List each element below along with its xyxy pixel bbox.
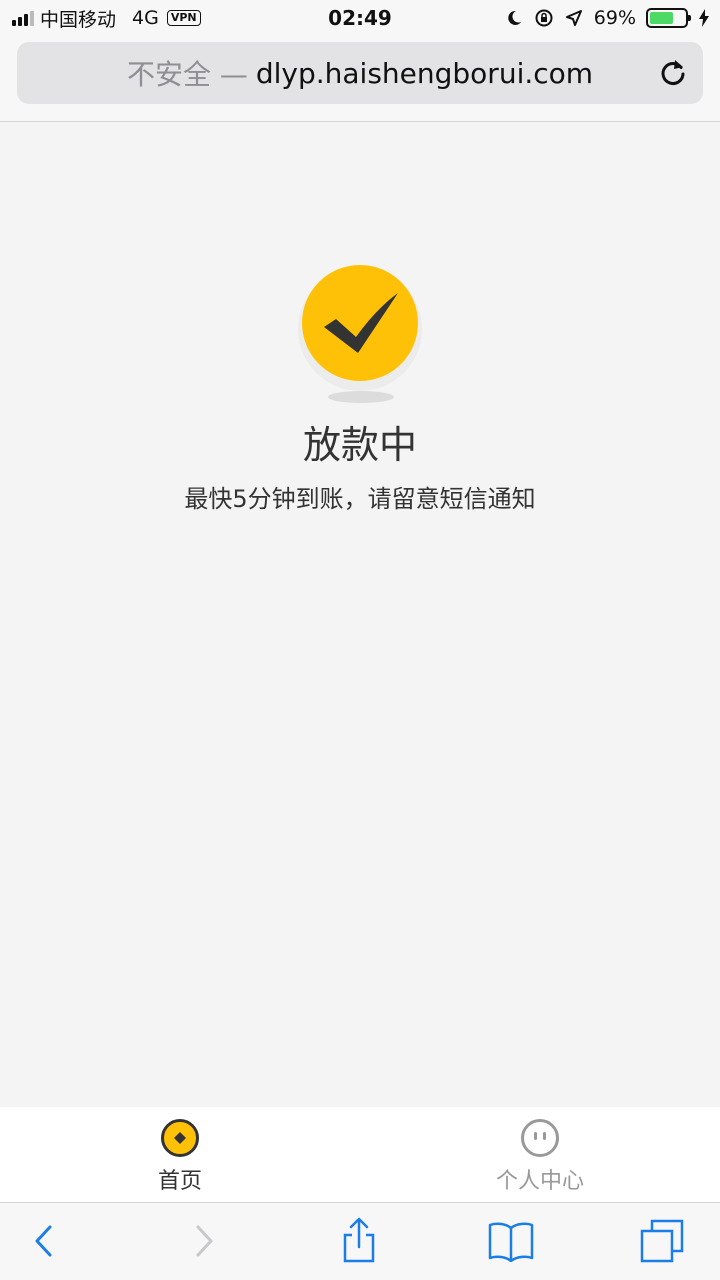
browser-address-area: 不安全 — dlyp.haishengborui.com bbox=[0, 38, 720, 122]
status-subtitle: 最快5分钟到账，请留意短信通知 bbox=[184, 485, 536, 513]
insecure-label: 不安全 — bbox=[126, 58, 248, 91]
bookmarks-button[interactable] bbox=[487, 1217, 535, 1265]
tab-bar: 首页 个人中心 bbox=[0, 1107, 720, 1202]
share-button[interactable] bbox=[335, 1217, 383, 1265]
check-circle bbox=[302, 265, 418, 381]
url-domain: dlyp.haishengborui.com bbox=[255, 56, 594, 90]
moon-icon bbox=[504, 8, 524, 28]
tabs-icon bbox=[640, 1219, 684, 1263]
status-title: 放款中 bbox=[302, 423, 417, 467]
bookmarks-icon bbox=[488, 1222, 534, 1262]
tab-profile[interactable]: 个人中心 bbox=[360, 1107, 720, 1202]
rotation-lock-icon bbox=[534, 8, 554, 28]
checkmark-icon bbox=[324, 293, 398, 353]
share-icon bbox=[343, 1217, 375, 1263]
success-indicator bbox=[302, 265, 418, 407]
reload-icon[interactable] bbox=[657, 57, 689, 89]
tab-home[interactable]: 首页 bbox=[0, 1107, 360, 1202]
back-button[interactable] bbox=[20, 1217, 68, 1265]
charging-icon bbox=[698, 8, 710, 28]
battery-icon bbox=[646, 8, 691, 28]
status-right: 69% bbox=[504, 6, 710, 30]
forward-icon bbox=[196, 1225, 213, 1257]
tabs-button[interactable] bbox=[638, 1217, 686, 1265]
tab-home-label: 首页 bbox=[157, 1169, 202, 1194]
address-bar[interactable]: 不安全 — dlyp.haishengborui.com bbox=[17, 42, 703, 104]
battery-fill bbox=[650, 12, 674, 24]
back-icon bbox=[35, 1225, 52, 1257]
face-icon bbox=[520, 1118, 560, 1162]
status-bar: 中国移动 4G VPN 02:49 69% bbox=[0, 0, 720, 38]
tab-profile-label: 个人中心 bbox=[495, 1169, 584, 1194]
battery-percent: 69% bbox=[593, 7, 636, 29]
check-shadow bbox=[328, 391, 394, 403]
coin-icon bbox=[160, 1118, 200, 1162]
location-icon bbox=[564, 8, 584, 28]
forward-button[interactable] bbox=[180, 1217, 228, 1265]
browser-toolbar bbox=[0, 1202, 720, 1280]
